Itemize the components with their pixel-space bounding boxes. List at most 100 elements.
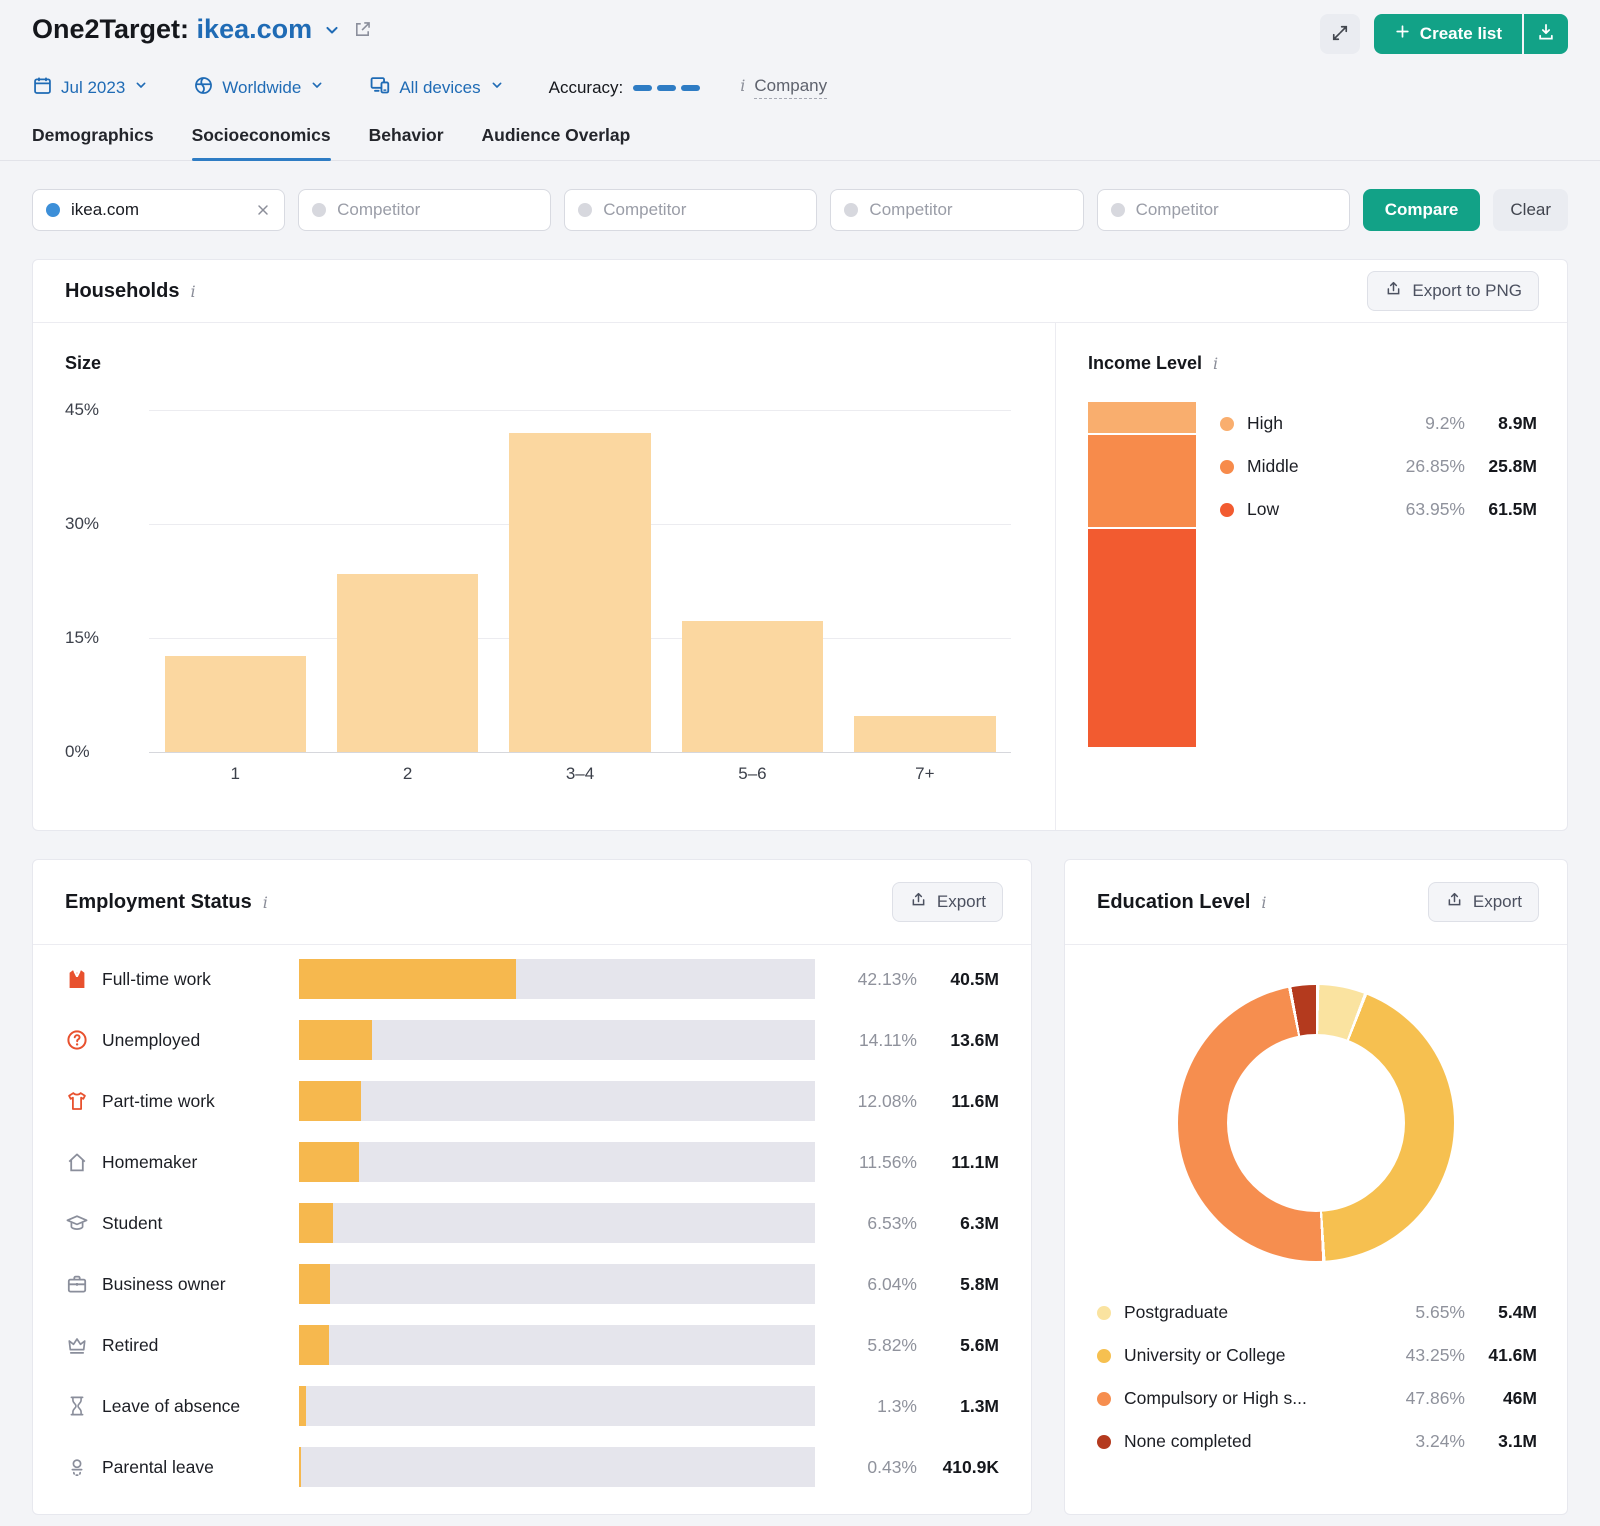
info-icon[interactable]: i: [263, 893, 268, 912]
legend-label: Middle: [1247, 456, 1299, 476]
legend-percent: 43.25%: [1405, 1345, 1465, 1365]
legend-label: Compulsory or High s...: [1124, 1388, 1307, 1408]
legend-row: Middle 26.85% 25.8M: [1220, 445, 1537, 488]
size-y-tick: 0%: [65, 742, 90, 761]
employment-bar-track[interactable]: [299, 1081, 815, 1121]
legend-percent: 9.2%: [1425, 413, 1465, 433]
size-bar-5–6[interactable]: [681, 620, 824, 752]
competitor-input-3[interactable]: Competitor: [830, 189, 1084, 231]
employment-percent: 6.04%: [867, 1273, 917, 1294]
accuracy-indicator: Accuracy:: [549, 78, 701, 98]
size-title: Size: [65, 353, 102, 373]
employment-bar-track[interactable]: [299, 1142, 815, 1182]
size-x-label: 7+: [915, 764, 935, 783]
location-filter[interactable]: Worldwide: [193, 75, 325, 101]
legend-value: 41.6M: [1488, 1345, 1537, 1365]
info-icon: i: [740, 76, 746, 95]
create-list-button[interactable]: Create list: [1373, 14, 1522, 54]
clear-button[interactable]: Clear: [1493, 189, 1569, 231]
employment-header: Employment Status i Export: [33, 860, 1031, 945]
filter-bar: Jul 2023 Worldwide All devices Accuracy:…: [32, 74, 1568, 101]
download-icon: [1536, 22, 1556, 47]
tab-audience-overlap[interactable]: Audience Overlap: [482, 125, 631, 160]
employment-bar-track[interactable]: [299, 959, 815, 999]
employment-percent: 0.43%: [867, 1456, 917, 1477]
info-icon[interactable]: i: [190, 282, 195, 301]
size-bar-3–4[interactable]: [509, 432, 651, 752]
legend-row: University or College 43.25% 41.6M: [1097, 1334, 1537, 1377]
legend-label: University or College: [1124, 1345, 1286, 1365]
tab-socioeconomics[interactable]: Socioeconomics: [191, 125, 331, 161]
competitor-input-2[interactable]: Competitor: [564, 189, 818, 231]
income-legend: High 9.2% 8.9M Middle 26.85% 25.8M Low 63.95% 61…: [1220, 402, 1537, 747]
employment-bar-track[interactable]: [299, 1203, 815, 1243]
size-bar-2[interactable]: [336, 574, 479, 752]
company-info-link[interactable]: i Company: [740, 76, 828, 99]
target-domain-input[interactable]: ikea.com: [32, 189, 286, 231]
report-tabs: Demographics Socioeconomics Behavior Aud…: [0, 125, 1600, 161]
legend-value: 46M: [1502, 1388, 1537, 1408]
household-size-section: Size 45% 30% 15% 0% 1 2 3–4 5–6 7+: [33, 323, 1056, 830]
plus-icon: [1394, 23, 1411, 45]
income-segment-middle[interactable]: [1088, 435, 1196, 527]
close-icon[interactable]: [255, 202, 271, 218]
info-icon[interactable]: i: [1213, 354, 1218, 373]
education-export-button[interactable]: Export: [1427, 882, 1539, 922]
crown-icon: [65, 1333, 89, 1357]
size-bar-column: [839, 410, 1011, 752]
size-chart: 45% 30% 15% 0%: [65, 400, 1017, 761]
employment-export-button[interactable]: Export: [891, 882, 1003, 922]
expand-icon: [1330, 23, 1350, 46]
income-segment-low[interactable]: [1088, 528, 1196, 747]
size-x-labels: 1 2 3–4 5–6 7+: [149, 764, 1011, 784]
legend-dot: [1220, 416, 1234, 431]
download-button[interactable]: [1524, 14, 1568, 54]
export-to-png-button[interactable]: Export to PNG: [1367, 271, 1539, 311]
employment-value: 1.3M: [960, 1395, 999, 1416]
employment-bar-fill: [299, 1325, 330, 1365]
domain-chevron-down-icon[interactable]: [322, 20, 342, 40]
size-bar-column: [321, 410, 493, 752]
size-bar-1[interactable]: [164, 656, 306, 752]
compare-bar: ikea.com Competitor Competitor Competito…: [32, 189, 1569, 231]
education-header: Education Level i Export: [1065, 860, 1567, 945]
tshirt-icon: [65, 1089, 89, 1113]
competitor-input-1[interactable]: Competitor: [298, 189, 552, 231]
devices-filter[interactable]: All devices: [369, 74, 504, 101]
education-donut[interactable]: [1178, 985, 1454, 1261]
info-icon[interactable]: i: [1261, 893, 1266, 912]
competitor-dot: [844, 203, 859, 217]
employment-percent: 42.13%: [857, 968, 917, 989]
competitor-input-4[interactable]: Competitor: [1096, 189, 1350, 231]
employment-label: Unemployed: [102, 1029, 201, 1050]
tab-demographics[interactable]: Demographics: [32, 125, 154, 160]
compare-button[interactable]: Compare: [1362, 189, 1481, 231]
employment-label: Leave of absence: [102, 1395, 241, 1416]
legend-percent: 47.86%: [1405, 1388, 1465, 1408]
income-segment-high[interactable]: [1088, 402, 1196, 434]
employment-bar-track[interactable]: [299, 1264, 815, 1304]
employment-bar-track[interactable]: [299, 1020, 815, 1060]
expand-button[interactable]: [1319, 14, 1360, 54]
legend-percent: 63.95%: [1405, 499, 1465, 519]
employment-bar-track[interactable]: [299, 1447, 815, 1487]
question-circle-icon: [65, 1028, 89, 1052]
target-domain-link[interactable]: ikea.com: [197, 14, 313, 44]
globe-icon: [193, 75, 214, 101]
briefcase-icon: [65, 1272, 89, 1296]
legend-value: 3.1M: [1498, 1431, 1537, 1451]
education-level-card: Education Level i Export Postgraduate 5.6…: [1064, 859, 1568, 1515]
tab-behavior[interactable]: Behavior: [369, 125, 444, 160]
employment-percent: 1.3%: [877, 1395, 917, 1416]
employment-value: 6.3M: [960, 1212, 999, 1233]
employment-label: Business owner: [102, 1273, 226, 1294]
employment-bar-track[interactable]: [299, 1325, 815, 1365]
size-bar-7+[interactable]: [854, 716, 996, 752]
date-filter[interactable]: Jul 2023: [32, 75, 149, 101]
income-stacked-bar: [1088, 402, 1196, 747]
employment-bar-track[interactable]: [299, 1386, 815, 1426]
legend-row: Compulsory or High s... 47.86% 46M: [1097, 1377, 1537, 1420]
external-link-icon[interactable]: [352, 19, 373, 40]
employment-value: 13.6M: [950, 1029, 999, 1050]
employment-value: 5.6M: [960, 1334, 999, 1355]
